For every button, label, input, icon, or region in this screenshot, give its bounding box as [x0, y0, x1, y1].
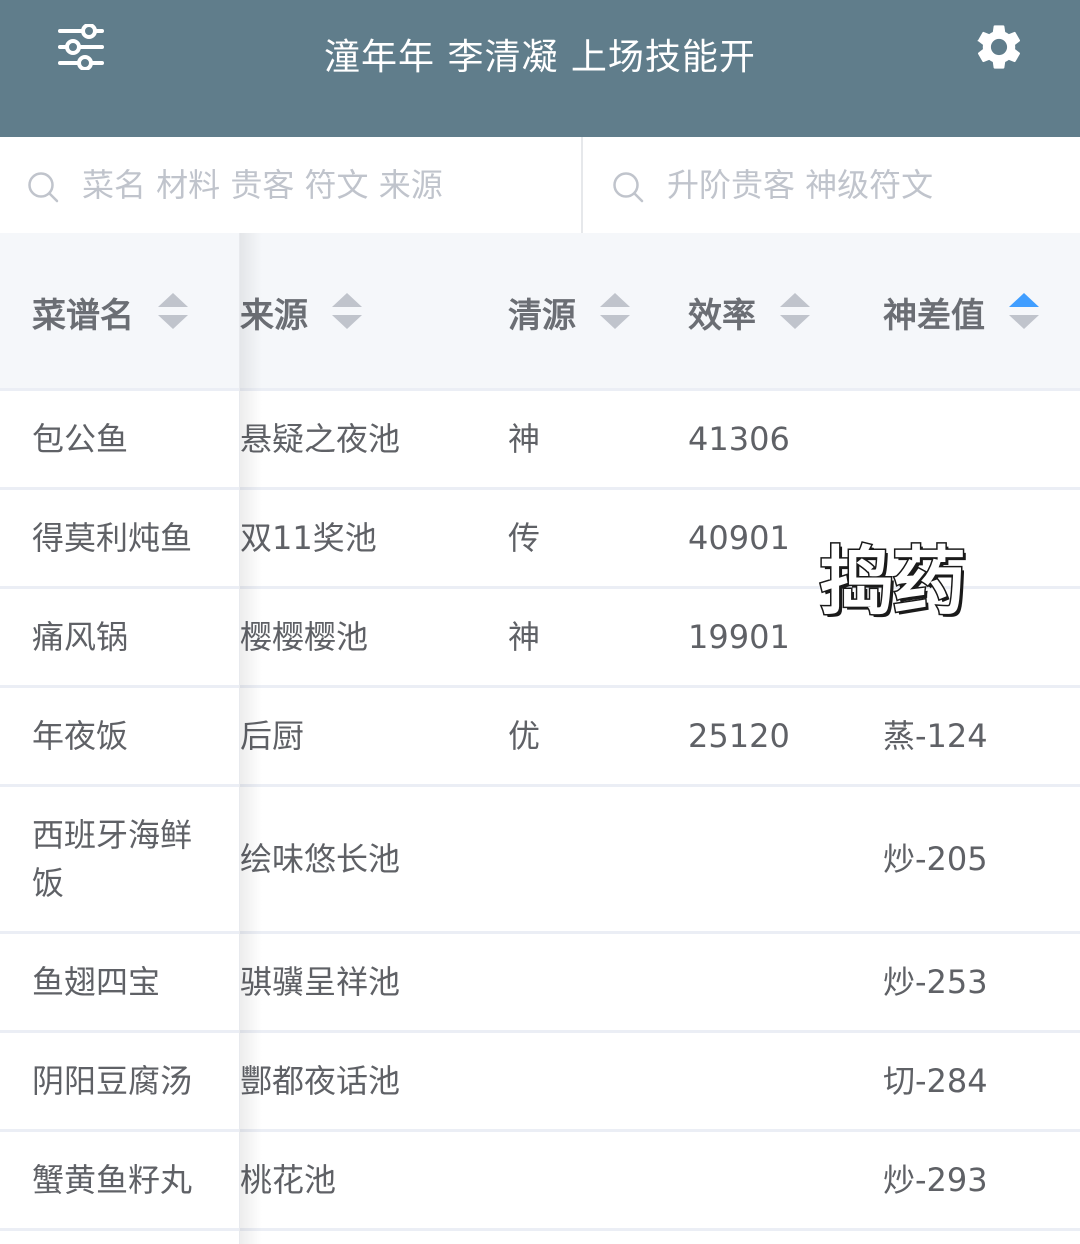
- cell-god-diff: [883, 391, 1073, 487]
- cell-source: 后厨: [240, 717, 305, 755]
- search-icon: [613, 172, 644, 203]
- search-box-recipe: [0, 137, 583, 233]
- cell-source: 悬疑之夜池: [240, 420, 401, 458]
- table-header-row: 菜谱名 来源 清源 效率 神差值: [0, 233, 1080, 391]
- cell-efficiency: [688, 787, 858, 931]
- cell-source: 酆都夜话池: [240, 1062, 401, 1100]
- cell-source: 骐骥呈祥池: [240, 963, 401, 1001]
- cell-efficiency: [688, 934, 858, 1030]
- cell-efficiency: [688, 1033, 858, 1129]
- search-icon: [28, 172, 59, 203]
- sort-caret-icon[interactable]: [780, 293, 810, 331]
- cell-quality: 神: [508, 420, 541, 458]
- cell-source: 樱樱樱池: [240, 618, 369, 656]
- table-row[interactable]: 阴阳豆腐汤 酆都夜话池 切-284: [0, 1033, 1080, 1132]
- cell-recipe-name: 鱼翅四宝: [32, 963, 161, 1001]
- recipe-search-input[interactable]: [82, 159, 562, 211]
- overlay-sticker-text: 捣药: [819, 538, 968, 627]
- cell-recipe-name: 阴阳豆腐汤: [32, 1062, 193, 1100]
- sort-caret-icon[interactable]: [332, 293, 362, 331]
- cell-recipe-name: 得莫利炖鱼: [32, 519, 193, 557]
- cell-god-diff: 炒-253: [883, 963, 988, 1001]
- cell-quality: [508, 1132, 658, 1228]
- cell-quality: 神: [508, 618, 541, 656]
- sort-caret-icon[interactable]: [158, 293, 188, 331]
- cell-recipe-name: 痛风锅: [32, 618, 129, 656]
- cell-quality: 传: [508, 519, 541, 557]
- cell-recipe-name: 年夜饭: [32, 717, 129, 755]
- page-title: 潼年年 李清凝 上场技能开: [324, 37, 756, 78]
- column-header-source[interactable]: 来源: [240, 233, 362, 391]
- cell-god-diff: 蒸-124: [883, 717, 988, 755]
- table-row[interactable]: 西班牙海鲜饭 绘味悠长池 炒-205: [0, 787, 1080, 934]
- app-header: 潼年年 李清凝 上场技能开: [0, 0, 1080, 137]
- cell-recipe-name: 包公鱼: [32, 420, 129, 458]
- cell-god-diff: 切-284: [883, 1062, 988, 1100]
- cell-quality: [508, 787, 658, 931]
- sort-caret-icon[interactable]: [600, 293, 630, 331]
- cell-efficiency: 25120: [688, 717, 790, 755]
- cell-quality: [508, 1033, 658, 1129]
- search-box-guest: [583, 137, 1080, 233]
- table-row[interactable]: 年夜饭 后厨 优 25120 蒸-124: [0, 688, 1080, 787]
- cell-source: 桃花池: [240, 1161, 337, 1199]
- guest-rune-search-input[interactable]: [667, 159, 1067, 211]
- cell-recipe-name: 蟹黄鱼籽丸: [32, 1161, 193, 1199]
- column-header-quality[interactable]: 清源: [508, 233, 630, 391]
- table-row[interactable]: 蟹黄鱼籽丸 桃花池 炒-293: [0, 1132, 1080, 1231]
- fixed-column-divider: [239, 233, 240, 1244]
- cell-god-diff: 炒-205: [883, 840, 988, 878]
- sort-caret-icon[interactable]: [1009, 293, 1039, 331]
- table-row[interactable]: 包公鱼 悬疑之夜池 神 41306: [0, 391, 1080, 490]
- cell-god-diff: 炒-293: [883, 1161, 988, 1199]
- cell-recipe-name: 西班牙海鲜饭: [32, 816, 193, 902]
- cell-source: 绘味悠长池: [240, 840, 401, 878]
- cell-quality: [508, 934, 658, 1030]
- cell-quality: 优: [508, 717, 541, 755]
- gear-icon[interactable]: [972, 20, 1026, 74]
- column-header-recipe-name[interactable]: 菜谱名: [32, 233, 188, 391]
- cell-source: 双11奖池: [240, 519, 377, 557]
- column-header-efficiency[interactable]: 效率: [688, 233, 810, 391]
- cell-efficiency: 41306: [688, 420, 790, 458]
- table-row[interactable]: 鱼翅四宝 骐骥呈祥池 炒-253: [0, 934, 1080, 1033]
- cell-efficiency: [688, 1132, 858, 1228]
- search-bar: [0, 137, 1080, 233]
- recipe-table: 菜谱名 来源 清源 效率 神差值 包公鱼 悬疑之夜池 神 41306 得莫利炖鱼…: [0, 233, 1080, 1244]
- column-header-god-diff[interactable]: 神差值: [883, 233, 1039, 391]
